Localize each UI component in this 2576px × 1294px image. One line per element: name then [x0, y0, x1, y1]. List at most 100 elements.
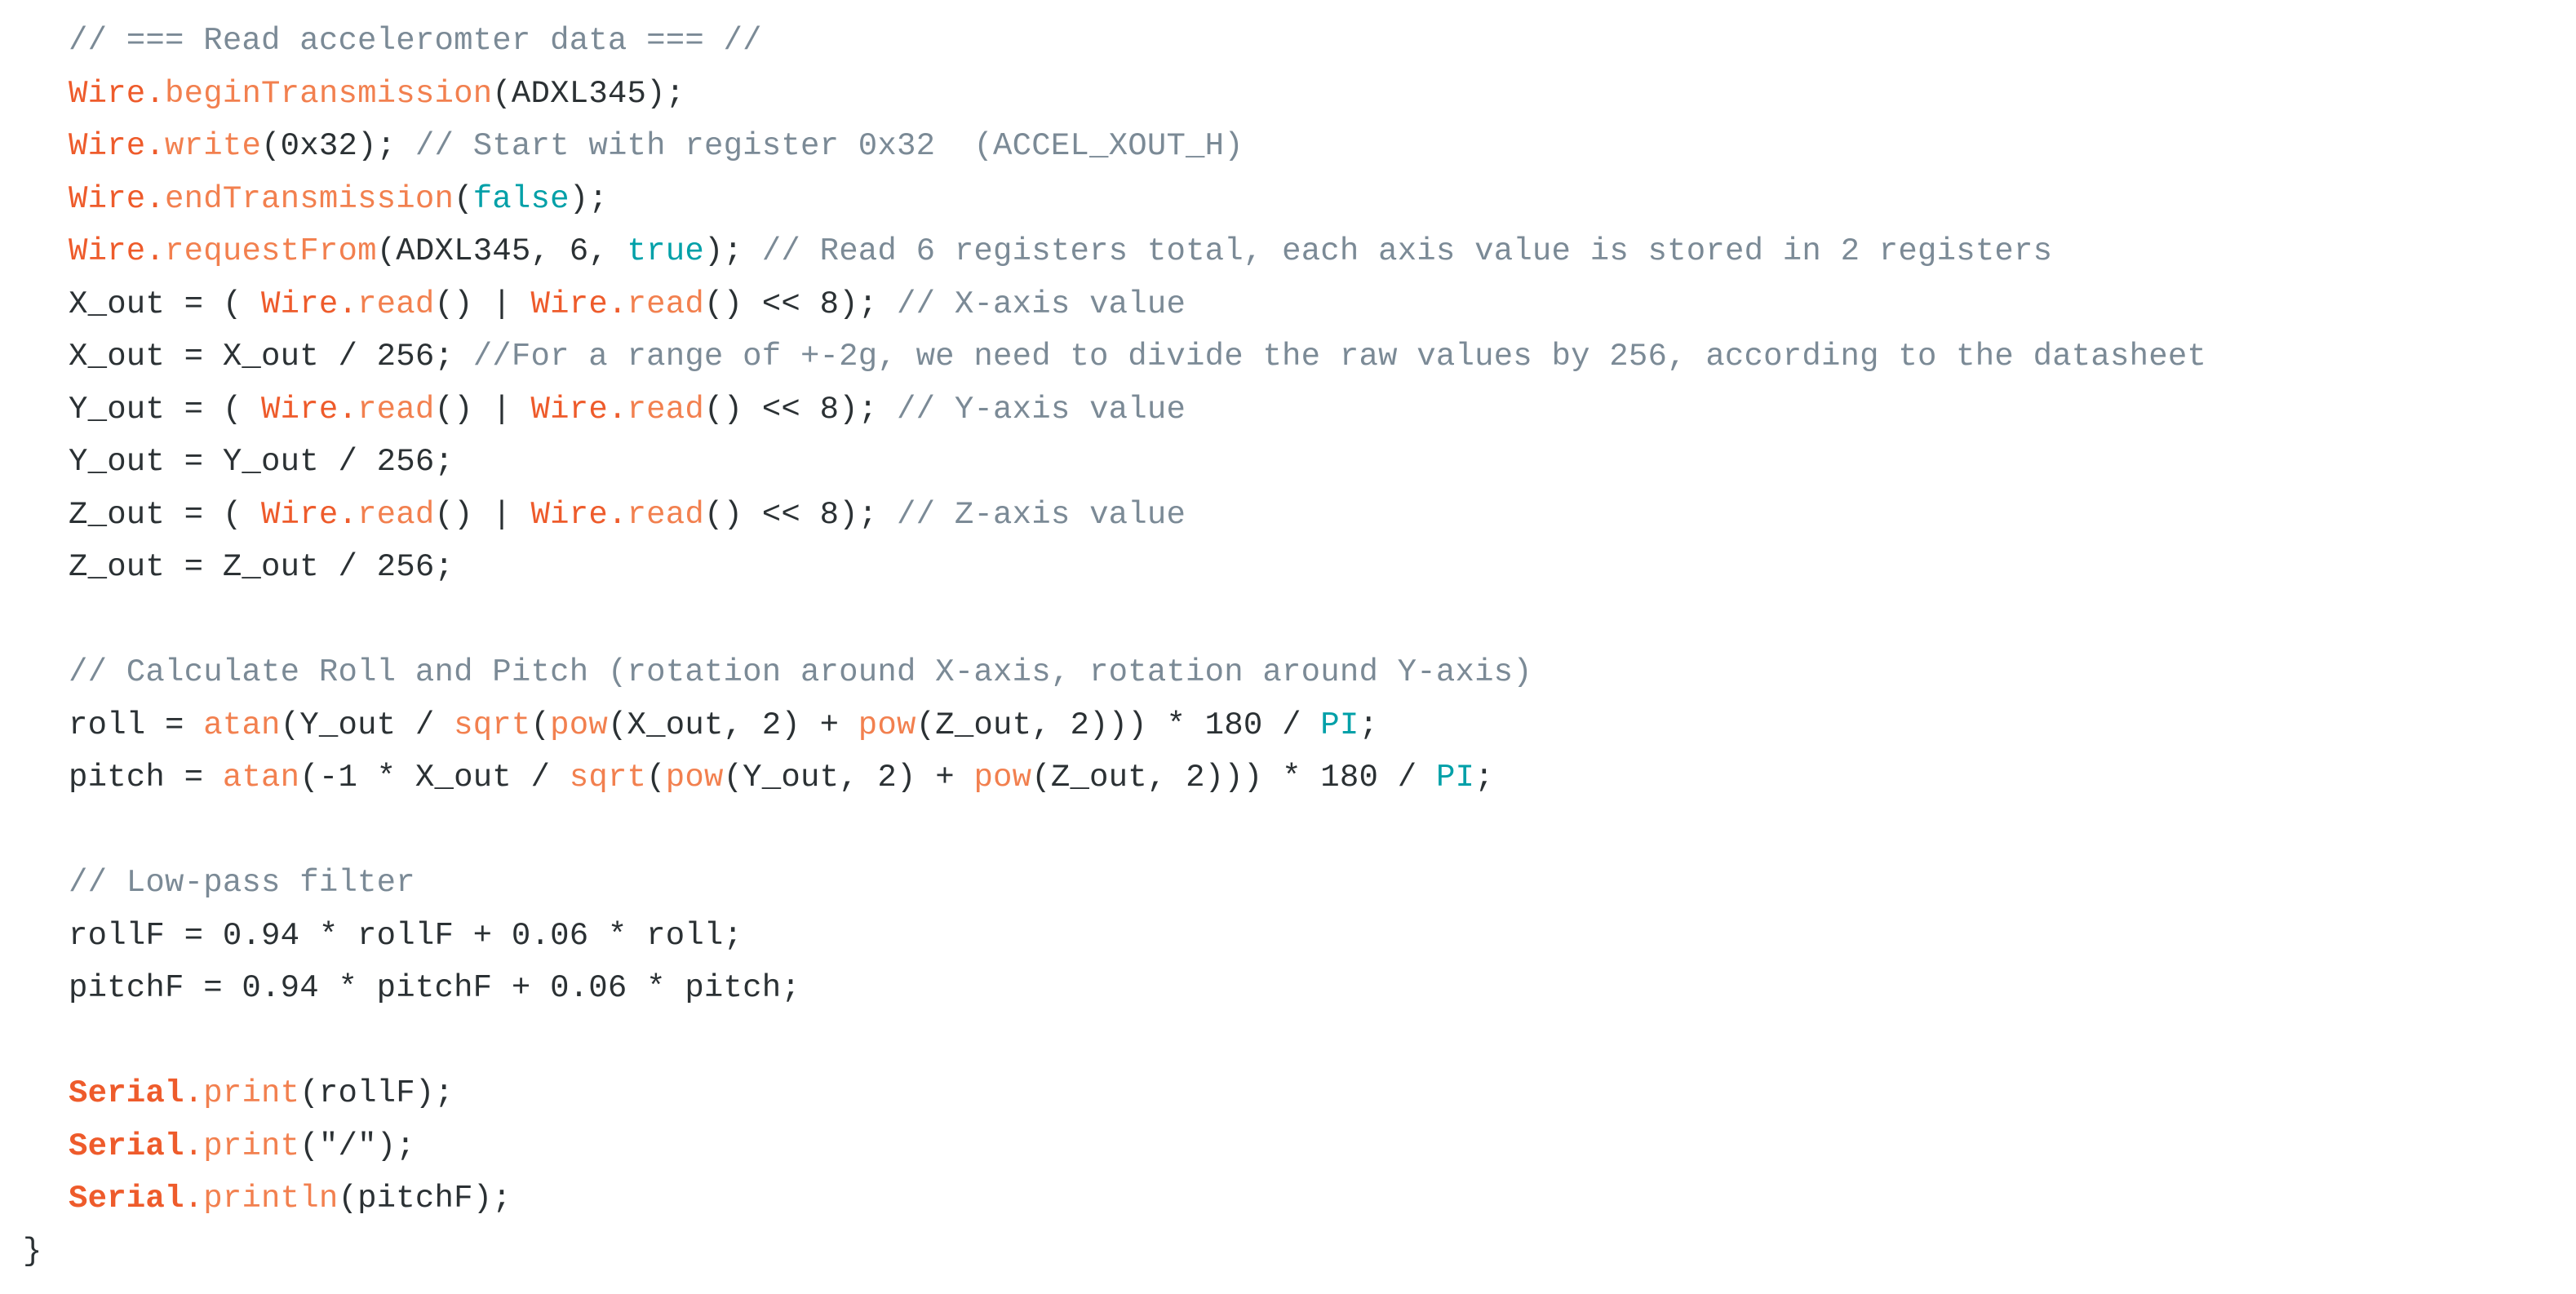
code-token-object: Wire [261, 286, 339, 322]
code-line[interactable]: Wire.write(0x32); // Start with register… [0, 120, 2576, 173]
code-line[interactable]: Serial.print(rollF); [0, 1067, 2576, 1120]
code-token-keyword: true [627, 233, 704, 269]
code-token-object: Wire [261, 391, 339, 428]
code-line[interactable]: Wire.beginTransmission(ADXL345); [0, 68, 2576, 121]
code-listing[interactable]: // === Read acceleromter data === // Wire… [0, 0, 2576, 1278]
code-line[interactable]: // Calculate Roll and Pitch (rotation ar… [0, 646, 2576, 699]
code-line[interactable]: Wire.endTransmission(false); [0, 173, 2576, 226]
code-line[interactable] [0, 594, 2576, 647]
code-token-plain: (0x32); [261, 128, 415, 164]
code-line[interactable] [0, 1015, 2576, 1068]
code-token-plain: X_out = X_out / 256; [69, 339, 473, 374]
code-token-method: atan [222, 760, 300, 795]
code-line[interactable] [0, 804, 2576, 857]
code-line[interactable]: pitch = atan(-1 * X_out / sqrt(pow(Y_out… [0, 751, 2576, 804]
code-token-comment: // Z-axis value [897, 496, 1186, 533]
code-token-plain: (ADXL345); [492, 75, 685, 112]
code-token-object: . [184, 1181, 204, 1216]
code-token-plain: Z_out = ( [69, 496, 262, 533]
code-token-plain: () << 8); [703, 496, 898, 533]
code-token-object: . [145, 180, 166, 217]
code-line[interactable]: // === Read acceleromter data === // [0, 15, 2576, 68]
code-token-plain: Y_out = Y_out / 256; [69, 444, 454, 480]
code-token-object: Wire [69, 128, 146, 164]
code-token-method: read [357, 496, 435, 533]
code-token-object-bold: Serial [69, 1181, 184, 1216]
code-token-method: read [357, 286, 435, 322]
code-line[interactable]: Serial.print("/"); [0, 1120, 2576, 1173]
code-line[interactable]: Wire.requestFrom(ADXL345, 6, true); // R… [0, 225, 2576, 278]
code-token-plain: X_out = ( [69, 286, 262, 322]
code-token-method: sqrt [454, 707, 531, 743]
code-token-plain: (pitchF); [338, 1181, 512, 1216]
code-token-method: read [357, 391, 435, 428]
code-token-plain: () << 8); [703, 286, 898, 322]
code-token-object-bold: Serial [69, 1128, 184, 1164]
code-token-plain: ); [703, 233, 762, 269]
code-token-plain: (Z_out, 2))) * 180 / [1031, 760, 1436, 795]
code-line[interactable]: Serial.println(pitchF); [0, 1172, 2576, 1225]
code-token-plain: () | [434, 286, 531, 322]
code-line[interactable]: Z_out = ( Wire.read() | Wire.read() << 8… [0, 489, 2576, 542]
code-token-plain: (-1 * X_out / [299, 760, 570, 795]
code-line[interactable]: } [0, 1225, 2576, 1278]
code-token-object: . [607, 286, 627, 322]
code-token-plain: pitch = [69, 760, 223, 795]
code-token-plain: ( [454, 180, 473, 217]
code-token-object: . [145, 128, 166, 164]
code-token-comment: // Calculate Roll and Pitch (rotation ar… [69, 654, 1532, 690]
code-line[interactable]: Y_out = ( Wire.read() | Wire.read() << 8… [0, 383, 2576, 437]
code-token-method: print [203, 1128, 300, 1164]
code-token-plain: } [23, 1233, 42, 1270]
code-token-object: Wire [530, 496, 608, 533]
code-token-comment: // Start with register 0x32 (ACCEL_XOUT_… [415, 128, 1244, 164]
code-token-object: . [338, 286, 358, 322]
code-token-keyword: PI [1435, 760, 1475, 795]
code-token-plain: ( [646, 760, 666, 795]
code-token-plain: ( [299, 1128, 319, 1164]
code-token-object: Wire [69, 180, 146, 217]
code-token-method: endTransmission [165, 180, 454, 217]
code-token-method: println [203, 1181, 339, 1216]
code-token-method: beginTransmission [165, 75, 493, 112]
code-line[interactable]: pitchF = 0.94 * pitchF + 0.06 * pitch; [0, 962, 2576, 1015]
code-token-plain: (Y_out / [280, 707, 454, 743]
code-token-plain: ( [530, 707, 551, 743]
code-token-method: atan [203, 707, 281, 743]
code-token-plain: ; [1359, 707, 1379, 743]
code-token-comment: // Low-pass filter [69, 865, 415, 901]
code-line[interactable]: Y_out = Y_out / 256; [0, 436, 2576, 489]
code-line[interactable]: Z_out = Z_out / 256; [0, 541, 2576, 594]
code-line[interactable]: X_out = X_out / 256; //For a range of +-… [0, 330, 2576, 383]
code-token-comment: // === Read acceleromter data === // [69, 23, 762, 59]
code-token-object: Wire [530, 391, 608, 428]
code-token-object-bold: Serial [69, 1075, 184, 1111]
code-line[interactable]: // Low-pass filter [0, 857, 2576, 910]
code-token-object: . [184, 1075, 204, 1111]
code-token-keyword: false [472, 180, 570, 217]
code-token-object: . [338, 496, 358, 533]
code-token-method: read [627, 286, 704, 322]
code-line[interactable]: X_out = ( Wire.read() | Wire.read() << 8… [0, 278, 2576, 331]
code-token-comment: //For a range of +-2g, we need to divide… [472, 339, 2207, 374]
code-line[interactable]: roll = atan(Y_out / sqrt( pow(X_out, 2) +… [0, 699, 2576, 752]
code-token-method: pow [858, 707, 916, 743]
code-token-plain: (ADXL345, 6, [376, 233, 627, 269]
code-token-plain: (Z_out, 2))) * 180 / [916, 707, 1321, 743]
code-token-object: . [184, 1128, 204, 1164]
code-token-plain: (rollF); [299, 1075, 454, 1111]
code-token-object: . [145, 75, 166, 112]
code-token-method: sqrt [569, 760, 647, 795]
code-token-method: pow [665, 760, 724, 795]
code-token-plain: () | [434, 496, 531, 533]
code-line[interactable]: rollF = 0.94 * rollF + 0.06 * roll; [0, 910, 2576, 963]
code-token-object: Wire [530, 286, 608, 322]
code-token-plain: () << 8); [703, 391, 898, 428]
code-token-plain: rollF = 0.94 * rollF + 0.06 * roll; [69, 917, 743, 954]
code-token-plain: (X_out, 2) + [607, 707, 858, 743]
code-token-method: print [203, 1075, 300, 1111]
code-token-method: write [165, 128, 262, 164]
code-token-plain: roll = [69, 707, 204, 743]
code-token-plain: ; [1474, 760, 1494, 795]
code-token-plain: pitchF = 0.94 * pitchF + 0.06 * pitch; [69, 970, 800, 1006]
